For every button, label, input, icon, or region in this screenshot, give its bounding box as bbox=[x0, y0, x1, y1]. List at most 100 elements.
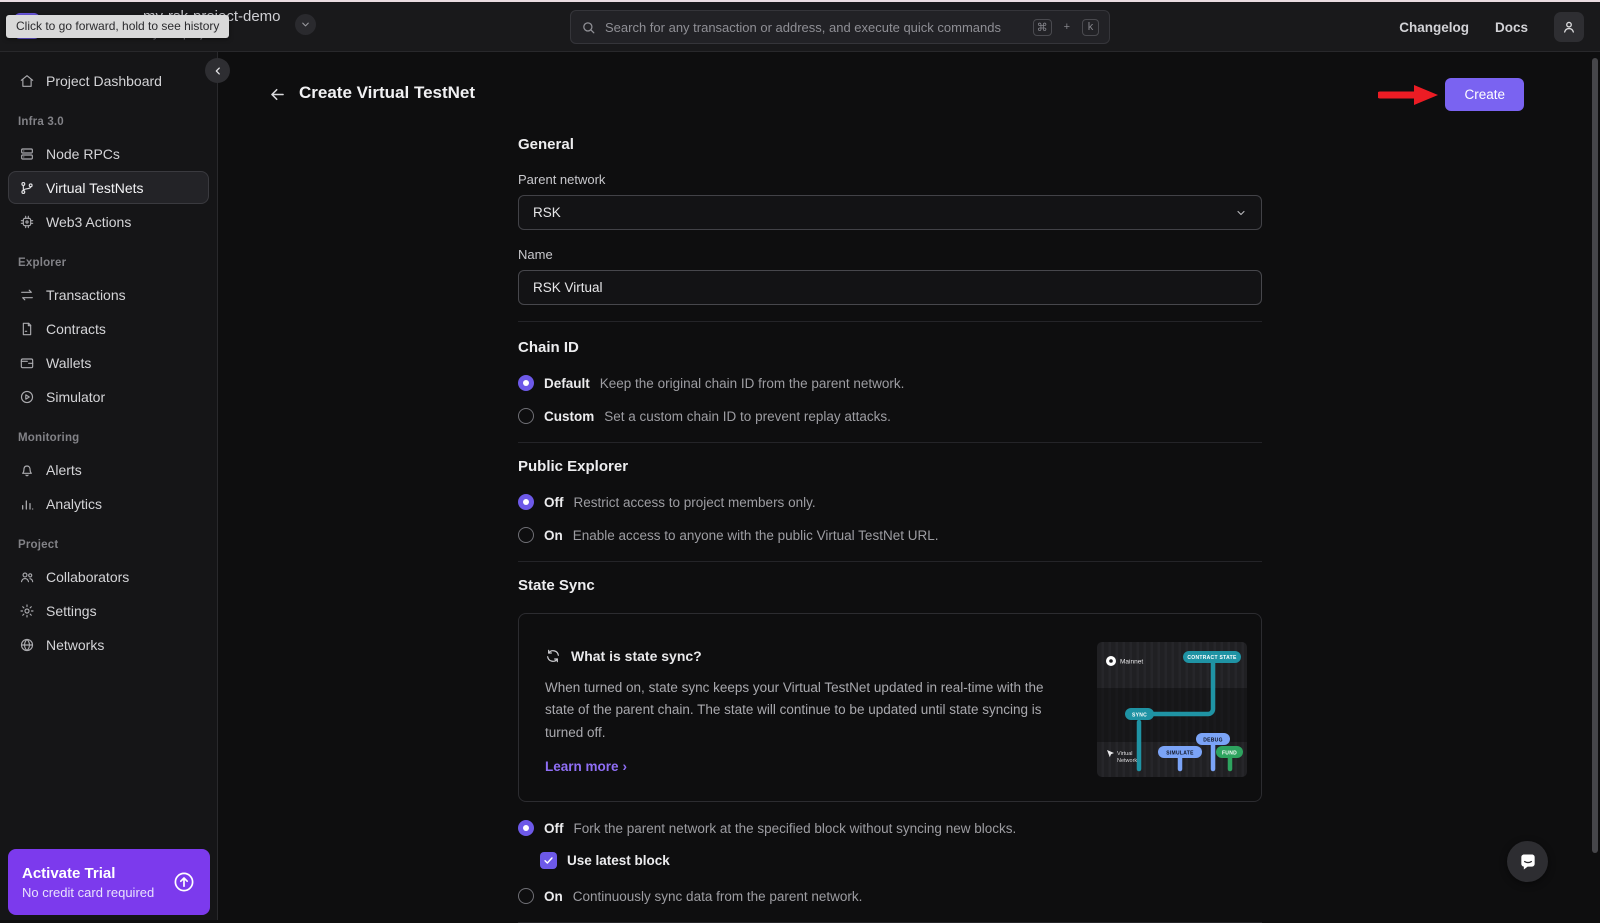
sidebar-item-contracts[interactable]: Contracts bbox=[8, 312, 209, 345]
sidebar-item-label: Settings bbox=[46, 603, 97, 619]
search-icon bbox=[581, 20, 596, 35]
divider bbox=[518, 442, 1262, 443]
docs-link[interactable]: Docs bbox=[1495, 20, 1528, 35]
chain-id-option-default[interactable]: Default Keep the original chain ID from … bbox=[518, 375, 1262, 391]
state-sync-option-off[interactable]: Off Fork the parent network at the speci… bbox=[518, 820, 1262, 836]
sidebar-item-label: Analytics bbox=[46, 496, 102, 512]
sidebar-item-label: Project Dashboard bbox=[46, 73, 162, 89]
state-sync-option-on[interactable]: On Continuously sync data from the paren… bbox=[518, 888, 1262, 904]
cpu-icon bbox=[19, 214, 35, 230]
parent-network-select[interactable]: RSK bbox=[518, 195, 1262, 230]
radio-sync-on[interactable] bbox=[518, 888, 534, 904]
svg-text:Network: Network bbox=[1117, 758, 1137, 764]
chain-id-heading: Chain ID bbox=[518, 339, 1262, 356]
document-icon bbox=[19, 321, 35, 337]
sidebar-item-label: Alerts bbox=[46, 462, 82, 478]
sidebar-item-wallets[interactable]: Wallets bbox=[8, 346, 209, 379]
chevron-right-icon: › bbox=[623, 759, 628, 774]
trial-title: Activate Trial bbox=[22, 863, 172, 884]
chevron-left-icon bbox=[213, 66, 223, 76]
page-scrollbar[interactable] bbox=[1592, 58, 1598, 853]
radio-explorer-on[interactable] bbox=[518, 527, 534, 543]
radio-explorer-off[interactable] bbox=[518, 494, 534, 510]
section-label-project: Project bbox=[18, 539, 199, 551]
general-heading: General bbox=[518, 136, 1262, 153]
project-chevron-down-icon[interactable] bbox=[295, 14, 316, 35]
divider bbox=[518, 561, 1262, 562]
window-top-edge bbox=[0, 0, 1600, 2]
public-explorer-heading: Public Explorer bbox=[518, 458, 1262, 475]
chain-id-option-custom[interactable]: Custom Set a custom chain ID to prevent … bbox=[518, 408, 1262, 424]
sidebar-item-label: Wallets bbox=[46, 355, 91, 371]
home-icon bbox=[19, 73, 35, 89]
sidebar-item-label: Node RPCs bbox=[46, 146, 120, 162]
play-circle-icon bbox=[19, 389, 35, 405]
state-sync-info-card: What is state sync? When turned on, stat… bbox=[518, 613, 1262, 802]
arrow-left-icon bbox=[268, 85, 287, 104]
sidebar-item-label: Collaborators bbox=[46, 569, 129, 585]
sidebar-item-simulator[interactable]: Simulator bbox=[8, 380, 209, 413]
search-input[interactable] bbox=[605, 20, 1024, 35]
sidebar-item-label: Simulator bbox=[46, 389, 105, 405]
state-sync-heading: State Sync bbox=[518, 577, 1262, 594]
kbd-k: k bbox=[1082, 19, 1099, 36]
history-tooltip: Click to go forward, hold to see history bbox=[6, 15, 229, 38]
info-card-title: What is state sync? bbox=[571, 648, 702, 664]
bar-chart-icon bbox=[19, 496, 35, 512]
wallet-icon bbox=[19, 355, 35, 371]
sidebar-item-node-rpcs[interactable]: Node RPCs bbox=[8, 137, 209, 170]
sidebar-item-label: Virtual TestNets bbox=[46, 180, 144, 196]
sidebar-item-alerts[interactable]: Alerts bbox=[8, 453, 209, 486]
sidebar-item-analytics[interactable]: Analytics bbox=[8, 487, 209, 520]
trial-subtitle: No credit card required bbox=[22, 884, 172, 902]
page-title: Create Virtual TestNet bbox=[299, 83, 475, 103]
sidebar-item-settings[interactable]: Settings bbox=[8, 594, 209, 627]
create-button[interactable]: Create bbox=[1445, 78, 1524, 111]
radio-sync-off[interactable] bbox=[518, 820, 534, 836]
sidebar-item-web3-actions[interactable]: Web3 Actions bbox=[8, 205, 209, 238]
svg-text:SIMULATE: SIMULATE bbox=[1166, 750, 1194, 756]
activate-trial-banner[interactable]: Activate Trial No credit card required bbox=[8, 849, 210, 915]
sidebar-item-collaborators[interactable]: Collaborators bbox=[8, 560, 209, 593]
svg-text:DEBUG: DEBUG bbox=[1203, 737, 1223, 743]
create-testnet-form: General Parent network RSK Name Chain ID… bbox=[518, 136, 1262, 923]
use-latest-block-checkbox[interactable] bbox=[540, 852, 557, 869]
public-explorer-option-on[interactable]: On Enable access to anyone with the publ… bbox=[518, 527, 1262, 543]
use-latest-block-row[interactable]: Use latest block bbox=[540, 852, 1262, 869]
annotation-red-arrow bbox=[1378, 84, 1440, 106]
changelog-link[interactable]: Changelog bbox=[1399, 20, 1469, 35]
svg-text:Mainnet: Mainnet bbox=[1120, 659, 1143, 666]
radio-custom[interactable] bbox=[518, 408, 534, 424]
info-card-body: When turned on, state sync keeps your Vi… bbox=[545, 677, 1073, 744]
check-icon bbox=[543, 855, 554, 866]
name-label: Name bbox=[518, 247, 1262, 262]
global-search[interactable]: ⌘ + k bbox=[570, 10, 1110, 44]
kbd-cmd: ⌘ bbox=[1033, 19, 1052, 36]
name-input[interactable] bbox=[518, 270, 1262, 305]
sidebar-item-transactions[interactable]: Transactions bbox=[8, 278, 209, 311]
sidebar: Project Dashboard Infra 3.0 Node RPCs Vi… bbox=[0, 52, 218, 920]
sidebar-item-project-dashboard[interactable]: Project Dashboard bbox=[8, 64, 209, 97]
sidebar-collapse-button[interactable] bbox=[205, 58, 230, 83]
users-icon bbox=[19, 569, 35, 585]
sync-icon bbox=[545, 648, 561, 664]
section-label-infra: Infra 3.0 bbox=[18, 116, 199, 128]
svg-text:CONTRACT STATE: CONTRACT STATE bbox=[1187, 655, 1237, 661]
main-content: Create Virtual TestNet Create General Pa… bbox=[218, 52, 1600, 920]
sidebar-item-label: Networks bbox=[46, 637, 104, 653]
parent-network-label: Parent network bbox=[518, 172, 1262, 187]
learn-more-link[interactable]: Learn more › bbox=[545, 759, 627, 774]
public-explorer-option-off[interactable]: Off Restrict access to project members o… bbox=[518, 494, 1262, 510]
state-sync-illustration: Mainnet CONTRACT STATE SYNC DEBUG SIMULA… bbox=[1097, 642, 1247, 777]
server-icon bbox=[19, 146, 35, 162]
back-button[interactable] bbox=[265, 82, 289, 106]
svg-text:FUND: FUND bbox=[1222, 750, 1237, 756]
radio-default[interactable] bbox=[518, 375, 534, 391]
sidebar-item-virtual-testnets[interactable]: Virtual TestNets bbox=[8, 171, 209, 204]
account-button[interactable] bbox=[1554, 12, 1584, 42]
user-icon bbox=[1561, 19, 1577, 35]
parent-network-value: RSK bbox=[533, 205, 561, 220]
sidebar-item-networks[interactable]: Networks bbox=[8, 628, 209, 661]
chat-widget-button[interactable] bbox=[1507, 841, 1548, 882]
gear-icon bbox=[19, 603, 35, 619]
